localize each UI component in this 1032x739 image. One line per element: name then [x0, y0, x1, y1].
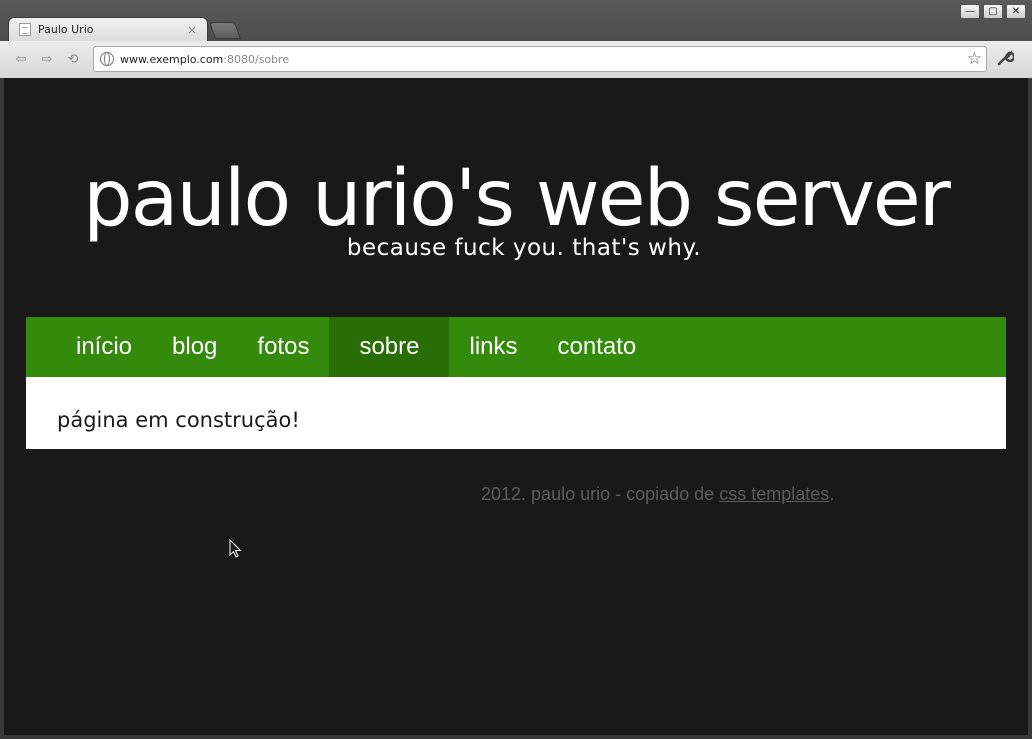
- back-icon[interactable]: ⇦: [12, 50, 30, 68]
- browser-tab[interactable]: Paulo Urio ×: [8, 17, 208, 41]
- footer-suffix: .: [829, 484, 835, 504]
- content-box: página em construção!: [26, 377, 1006, 449]
- footer-link[interactable]: css templates: [719, 484, 829, 504]
- window-border-bottom: [0, 735, 1032, 739]
- url-text[interactable]: www.exemplo.com:8080/sobre: [120, 53, 289, 66]
- url-host: www.exemplo.com: [120, 52, 224, 66]
- page-favicon-icon: [19, 23, 31, 36]
- tab-title: Paulo Urio: [38, 23, 94, 36]
- globe-icon: [100, 52, 114, 66]
- footer-text: 2012. paulo urio - copiado de: [481, 484, 720, 504]
- address-bar[interactable]: www.exemplo.com:8080/sobre ☆: [93, 46, 987, 72]
- bookmark-star-icon[interactable]: ☆: [967, 49, 982, 69]
- footer: 2012. paulo urio - copiado de css templa…: [481, 484, 834, 505]
- tab-close-icon[interactable]: ×: [187, 23, 197, 37]
- content-text: página em construção!: [57, 408, 300, 432]
- window-border-right: [1028, 78, 1032, 739]
- browser-toolbar: ⇦ ⇨ ⟲ www.exemplo.com:8080/sobre ☆: [0, 41, 1032, 79]
- menu-item-links[interactable]: links: [449, 317, 537, 377]
- forward-icon[interactable]: ⇨: [38, 50, 56, 68]
- menu-item-blog[interactable]: blog: [152, 317, 237, 377]
- minimize-button[interactable]: —: [960, 4, 980, 19]
- site-tagline: because fuck you. that's why.: [346, 235, 702, 261]
- url-path: :8080/sobre: [223, 52, 290, 66]
- mouse-cursor-icon: [229, 539, 242, 558]
- window-border-left: [0, 78, 4, 739]
- window-controls: — ▢ ✕: [960, 4, 1026, 19]
- maximize-button[interactable]: ▢: [983, 4, 1003, 19]
- wrench-icon: [997, 49, 1016, 66]
- reload-icon[interactable]: ⟲: [64, 50, 82, 68]
- page-viewport: paulo urio's web server because fuck you…: [4, 78, 1028, 735]
- menu-item-inicio[interactable]: início: [56, 317, 152, 377]
- new-tab-button[interactable]: [208, 22, 242, 39]
- site-title: paulo urio's web server: [83, 154, 951, 244]
- menu-item-fotos[interactable]: fotos: [237, 317, 329, 377]
- wrench-menu-icon[interactable]: [996, 49, 1016, 72]
- main-menu: início blog fotos sobre links contato: [26, 317, 1006, 377]
- menu-item-contato[interactable]: contato: [538, 317, 657, 377]
- menu-item-sobre[interactable]: sobre: [329, 317, 450, 377]
- close-window-button[interactable]: ✕: [1006, 4, 1026, 19]
